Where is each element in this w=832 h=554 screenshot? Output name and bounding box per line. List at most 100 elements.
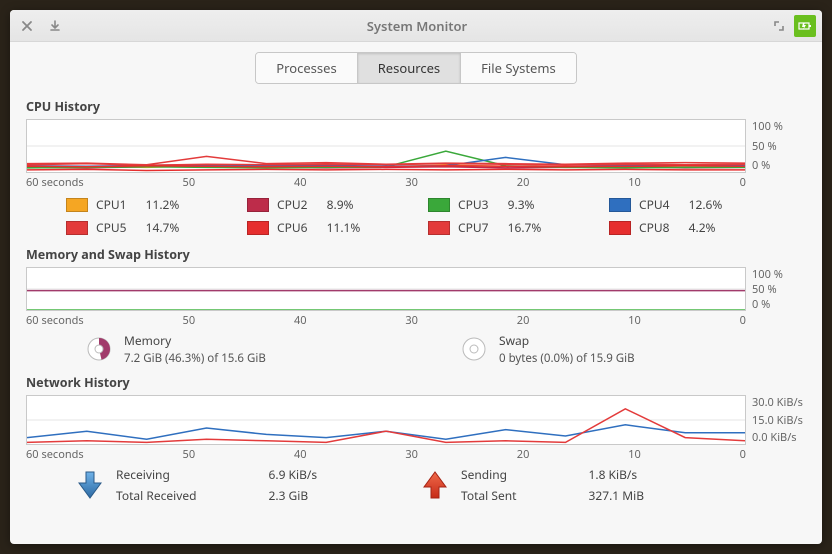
axis-tick: 0 [740,447,746,462]
battery-status-icon[interactable] [794,15,816,37]
axis-tick: 10 [628,447,641,462]
axis-tick: 0 [740,175,746,190]
axis-tick: 100 % [752,119,806,134]
tab-resources[interactable]: Resources [358,53,461,83]
network-y-axis: 30.0 KiB/s 15.0 KiB/s 0.0 KiB/s [746,395,806,445]
axis-tick: 40 [294,447,307,462]
upload-arrow-icon [421,469,449,501]
axis-tick: 40 [294,313,307,328]
axis-tick: 40 [294,175,307,190]
download-icon[interactable] [44,15,66,37]
cpu-name: CPU8 [639,219,669,236]
sent-total: 327.1 MiB [588,487,644,504]
view-tabs: Processes Resources File Systems [10,42,822,92]
color-swatch [247,198,269,212]
cpu-name: CPU2 [277,196,307,213]
color-swatch [609,221,631,235]
resources-panel: CPU History 100 % 50 % 0 % 60 seconds 50… [10,92,822,544]
axis-tick: 20 [517,313,530,328]
tab-processes[interactable]: Processes [256,53,357,83]
cpu-y-axis: 100 % 50 % 0 % [746,119,806,173]
window-title: System Monitor [66,17,768,35]
cpu-name: CPU5 [96,219,126,236]
memory-readout[interactable]: Memory 7.2 GiB (46.3%) of 15.6 GiB [86,332,401,366]
cpu-percent: 14.7% [146,219,180,236]
swap-value: 0 bytes (0.0%) of 15.9 GiB [499,351,635,366]
memory-x-axis: 60 seconds 50 40 30 20 10 0 [26,313,806,328]
color-swatch [66,198,88,212]
cpu-name: CPU4 [639,196,669,213]
cpu-legend-item[interactable]: CPU3 9.3% [428,196,585,213]
axis-tick: 30.0 KiB/s [752,395,806,410]
color-swatch [609,198,631,212]
cpu-x-axis: 60 seconds 50 40 30 20 10 0 [26,175,806,190]
swap-pie-icon [461,336,487,362]
received-total: 2.3 GiB [268,487,317,504]
network-x-axis: 60 seconds 50 40 30 20 10 0 [26,447,806,462]
axis-tick: 50 [183,447,196,462]
receiving-rate: 6.9 KiB/s [268,466,317,483]
axis-tick: 100 % [752,267,806,282]
titlebar: System Monitor [10,10,822,42]
cpu-name: CPU1 [96,196,126,213]
download-arrow-icon [76,469,104,501]
memory-swap-readout: Memory 7.2 GiB (46.3%) of 15.6 GiB Swap … [26,328,806,368]
axis-tick: 30 [405,175,418,190]
axis-tick: 60 seconds [26,313,84,328]
sending-block[interactable]: Sending 1.8 KiB/s Total Sent 327.1 MiB [421,466,766,504]
cpu-percent: 12.6% [689,196,723,213]
memory-label: Memory [124,332,266,349]
cpu-section-title: CPU History [26,98,806,115]
cpu-legend-item[interactable]: CPU1 11.2% [66,196,223,213]
memory-value: 7.2 GiB (46.3%) of 15.6 GiB [124,351,266,366]
cpu-legend: CPU1 11.2% CPU2 8.9% CPU3 9.3% CPU4 12.6… [26,190,806,240]
network-stats: Receiving 6.9 KiB/s Total Received 2.3 G… [26,462,806,504]
memory-chart-area: 100 % 50 % 0 % [26,267,806,311]
axis-tick: 30 [405,313,418,328]
network-chart [26,395,746,445]
axis-tick: 10 [628,313,641,328]
cpu-name: CPU3 [458,196,488,213]
color-swatch [66,221,88,235]
swap-readout[interactable]: Swap 0 bytes (0.0%) of 15.9 GiB [461,332,776,366]
close-icon[interactable] [16,15,38,37]
cpu-percent: 11.1% [327,219,361,236]
axis-tick: 0 [740,313,746,328]
axis-tick: 0 % [752,297,806,312]
cpu-legend-item[interactable]: CPU7 16.7% [428,219,585,236]
axis-tick: 50 [183,175,196,190]
receiving-label: Receiving [116,466,196,483]
sending-rate: 1.8 KiB/s [588,466,644,483]
cpu-legend-item[interactable]: CPU2 8.9% [247,196,404,213]
cpu-legend-item[interactable]: CPU4 12.6% [609,196,766,213]
system-monitor-window: System Monitor Processes Resources File … [10,10,822,544]
axis-tick: 20 [517,447,530,462]
maximize-icon[interactable] [768,15,790,37]
swap-label: Swap [499,332,635,349]
network-chart-area: 30.0 KiB/s 15.0 KiB/s 0.0 KiB/s [26,395,806,445]
axis-tick: 0 % [752,158,806,173]
axis-tick: 30 [405,447,418,462]
cpu-legend-item[interactable]: CPU5 14.7% [66,219,223,236]
cpu-chart [26,119,746,173]
receiving-block[interactable]: Receiving 6.9 KiB/s Total Received 2.3 G… [76,466,421,504]
axis-tick: 60 seconds [26,175,84,190]
memory-section-title: Memory and Swap History [26,246,806,263]
cpu-percent: 11.2% [146,196,180,213]
axis-tick: 50 % [752,282,806,297]
cpu-percent: 16.7% [508,219,542,236]
cpu-percent: 4.2% [689,219,716,236]
axis-tick: 0.0 KiB/s [752,430,806,445]
network-section-title: Network History [26,374,806,391]
memory-chart [26,267,746,311]
axis-tick: 10 [628,175,641,190]
color-swatch [428,198,450,212]
cpu-legend-item[interactable]: CPU6 11.1% [247,219,404,236]
tab-filesystems[interactable]: File Systems [461,53,576,83]
cpu-name: CPU6 [277,219,307,236]
cpu-percent: 9.3% [508,196,535,213]
cpu-chart-area: 100 % 50 % 0 % [26,119,806,173]
color-swatch [247,221,269,235]
axis-tick: 50 % [752,139,806,154]
cpu-legend-item[interactable]: CPU8 4.2% [609,219,766,236]
